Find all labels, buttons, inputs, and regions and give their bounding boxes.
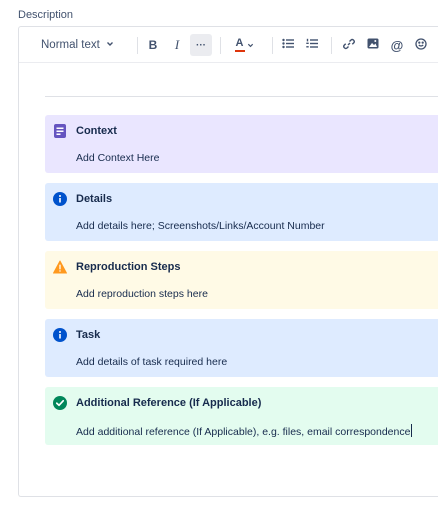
text-color-button[interactable]: A [231,34,257,56]
panel-body-with-caret[interactable]: Add additional reference (If Applicable)… [76,424,413,438]
numbered-list-icon [306,38,318,52]
bold-button[interactable]: B [142,34,164,56]
text-color-swatch [234,50,245,52]
italic-button[interactable]: I [166,34,188,56]
mention-button[interactable]: @ [386,34,408,56]
panel-title: Additional Reference (If Applicable) [76,397,262,409]
panel-title: Context [76,125,117,137]
horizontal-rule [45,96,438,97]
panel-reproduction-steps[interactable]: Reproduction Steps Add reproduction step… [45,251,438,309]
toolbar-separator [272,37,273,54]
more-formatting-button[interactable]: ··· [190,34,212,56]
link-button[interactable] [338,34,360,56]
chevron-down-icon [106,39,114,51]
panel-body: Add additional reference (If Applicable)… [76,426,411,438]
panel-body[interactable]: Add reproduction steps here [76,288,208,300]
link-icon [343,38,355,53]
panel-body[interactable]: Add Context Here [76,152,159,164]
toolbar-separator [331,37,332,54]
toolbar-separator [220,37,221,54]
info-icon [53,328,67,342]
panel-title: Details [76,193,113,205]
image-button[interactable] [362,34,384,56]
panel-details[interactable]: Details Add details here; Screenshots/Li… [45,183,438,241]
panel-body[interactable]: Add details of task required here [76,356,227,368]
panel-title: Reproduction Steps [76,261,181,273]
toolbar-separator [137,37,138,54]
image-icon [367,38,379,52]
check-circle-icon [53,396,67,410]
bullet-list-icon [282,38,294,52]
text-cursor [411,424,413,437]
mention-icon: @ [390,37,404,53]
panel-context[interactable]: Context Add Context Here [45,115,438,173]
text-style-label: Normal text [41,39,100,51]
description-label: Description [18,9,74,21]
panel-body[interactable]: Add details here; Screenshots/Links/Acco… [76,220,325,232]
emoji-icon [415,37,427,53]
panel-title: Task [76,329,101,341]
editor-toolbar: Normal text B I ··· A @ [19,27,438,63]
panel-task[interactable]: Task Add details of task required here [45,319,438,377]
numbered-list-button[interactable] [301,34,323,56]
text-style-dropdown[interactable]: Normal text [35,34,120,56]
emoji-button[interactable] [410,34,432,56]
note-icon [53,124,67,138]
bullet-list-button[interactable] [277,34,299,56]
panel-additional-reference[interactable]: Additional Reference (If Applicable) Add… [45,387,438,445]
text-color-label: A [235,37,244,49]
info-icon [53,192,67,206]
warning-icon [53,260,67,274]
chevron-down-icon [247,38,254,52]
description-editor[interactable]: Normal text B I ··· A @ Context Add Cont… [18,26,438,497]
